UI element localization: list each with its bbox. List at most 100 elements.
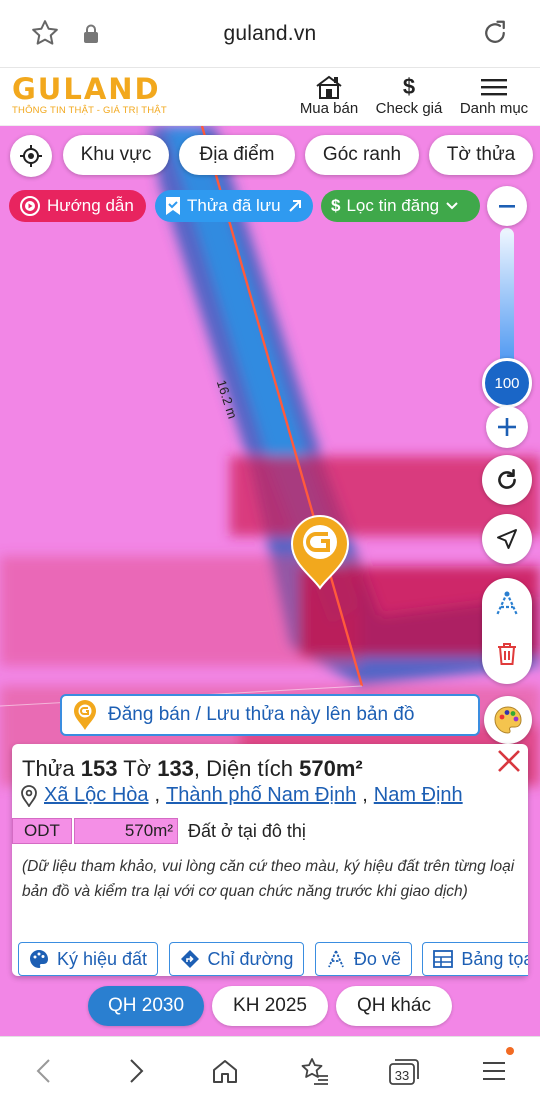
guland-pin-icon [74, 700, 96, 730]
zoom-out-button[interactable] [487, 186, 527, 226]
back-button[interactable] [26, 1053, 62, 1089]
land-symbol-button[interactable]: Ký hiệu đất [18, 942, 159, 976]
plus-icon [498, 418, 516, 436]
post-parcel-banner[interactable]: Đăng bán / Lưu thửa này lên bản đồ [60, 694, 480, 736]
close-icon[interactable] [494, 746, 524, 776]
guide-label: Hướng dẫn [47, 196, 134, 215]
post-banner-label: Đăng bán / Lưu thửa này lên bản đồ [108, 704, 415, 725]
tab-qh-2030[interactable]: QH 2030 [88, 986, 204, 1026]
star-list-icon [301, 1058, 328, 1085]
parcel-number: 153 [80, 756, 118, 781]
house-icon [297, 74, 361, 100]
table-icon [433, 950, 454, 968]
measure-button[interactable]: Đo vẽ [314, 942, 412, 976]
parcel-address: Xã Lộc Hòa, Thành phố Nam Định, Nam Định [20, 784, 463, 807]
bookmark-check-icon [166, 197, 180, 215]
coordinates-table-label: Bảng tọa độ [461, 948, 528, 969]
guland-logo[interactable]: GULAND THÔNG TIN THẬT - GIÁ TRỊ THẬT [12, 74, 167, 116]
measure-tools [482, 578, 532, 684]
browser-menu-button[interactable] [476, 1047, 514, 1089]
dollar-icon: $ [402, 74, 416, 99]
parcel-actions: Ký hiệu đất Chỉ đường Đo vẽ Bảng tọa độ [18, 942, 528, 976]
directions-icon [180, 950, 199, 968]
chevron-right-icon [130, 1059, 144, 1083]
address-bar-url[interactable]: guland.vn [0, 22, 540, 46]
guide-button[interactable]: Hướng dẫn [9, 190, 146, 222]
trash-icon[interactable] [496, 642, 518, 671]
measure-label: Đo vẽ [353, 948, 401, 969]
chip-sheet[interactable]: Tờ thửa [429, 135, 533, 175]
tab-count: 33 [394, 1068, 410, 1083]
parcel-title: Thửa 153 Tờ 133, Diện tích 570m² [22, 756, 363, 782]
zoom-slider-track[interactable] [500, 228, 514, 378]
chip-place[interactable]: Địa điểm [179, 135, 295, 175]
forward-button[interactable] [118, 1053, 154, 1089]
navigate-button[interactable] [482, 514, 532, 564]
land-symbol-label: Ký hiệu đất [57, 948, 148, 969]
check-price-button[interactable]: $ Check giá [372, 74, 446, 117]
land-use-description: Đất ở tại đô thị [188, 820, 306, 841]
palette-icon [494, 706, 522, 734]
crosshair-icon [20, 145, 42, 167]
filter-label: Lọc tin đăng [346, 196, 440, 215]
land-use-code: ODT [12, 818, 72, 844]
navigation-arrow-icon [497, 529, 517, 549]
sheet-number: 133 [157, 756, 194, 781]
directions-button[interactable]: Chỉ đường [168, 942, 305, 976]
zoom-level-knob[interactable]: 100 [482, 358, 532, 408]
tab-qh-other[interactable]: QH khác [336, 986, 452, 1026]
chevron-down-icon [446, 202, 458, 210]
buy-sell-label: Mua bán [299, 100, 359, 117]
land-use-area: 570m² [74, 818, 178, 844]
chip-corner[interactable]: Góc ranh [305, 135, 419, 175]
minus-icon [499, 205, 515, 208]
refresh-map-button[interactable] [482, 455, 532, 505]
reload-icon[interactable] [480, 18, 510, 48]
saved-label: Thửa đã lưu [187, 196, 281, 215]
logo-tagline: THÔNG TIN THẬT - GIÁ TRỊ THẬT [12, 105, 167, 116]
site-header: GULAND THÔNG TIN THẬT - GIÁ TRỊ THẬT Mua… [0, 68, 540, 126]
hamburger-icon [456, 74, 532, 100]
notification-dot [506, 1047, 514, 1055]
directions-label: Chỉ đường [207, 948, 294, 969]
refresh-icon [498, 468, 516, 489]
title-comma: , [193, 756, 201, 781]
map-style-button[interactable] [484, 696, 532, 744]
parcel-label: Thửa [22, 756, 75, 781]
tabs-button[interactable]: 33 [386, 1053, 422, 1089]
tab-kh-2025[interactable]: KH 2025 [212, 986, 328, 1026]
area-label: Diện tích [206, 756, 293, 781]
city-link[interactable]: Thành phố Nam Định [166, 784, 356, 807]
home-button[interactable] [207, 1053, 243, 1089]
land-use-row: ODT 570m² Đất ở tại đô thị [12, 818, 306, 844]
disclaimer-note: (Dữ liệu tham khảo, vui lòng căn cứ theo… [22, 858, 515, 900]
parcel-area: 570m² [299, 756, 363, 781]
sheet-label: Tờ [123, 756, 152, 781]
chevron-left-icon [36, 1059, 50, 1083]
locate-me-button[interactable] [10, 135, 52, 177]
home-icon [213, 1060, 237, 1083]
bookmarks-button[interactable] [297, 1053, 333, 1089]
dollar-icon: $ [331, 196, 341, 215]
menu-label: Danh mục [459, 100, 529, 117]
parcel-info-card: Thửa 153 Tờ 133, Diện tích 570m² Xã Lộc … [12, 744, 528, 976]
menu-button[interactable]: Danh mục [456, 74, 532, 117]
filter-listings-button[interactable]: $ Lọc tin đăng [321, 190, 480, 222]
compass-draw-icon [328, 950, 344, 968]
commune-link[interactable]: Xã Lộc Hòa [44, 784, 149, 807]
saved-parcels-button[interactable]: Thửa đã lưu [155, 190, 313, 222]
measure-icon[interactable] [493, 590, 521, 623]
zoom-in-button[interactable] [486, 406, 528, 448]
coordinates-table-button[interactable]: Bảng tọa độ [422, 942, 528, 976]
province-link[interactable]: Nam Định [374, 784, 463, 807]
buy-sell-button[interactable]: Mua bán [297, 74, 361, 117]
palette-icon [30, 950, 48, 968]
hamburger-icon [483, 1062, 505, 1080]
browser-toolbar: guland.vn [0, 0, 540, 68]
chip-area[interactable]: Khu vực [63, 135, 169, 175]
logo-brand: GULAND [12, 72, 161, 106]
play-circle-icon [20, 196, 40, 216]
map-pin-icon [21, 784, 37, 807]
check-price-label: Check giá [375, 100, 443, 117]
external-arrow-icon [288, 200, 301, 212]
